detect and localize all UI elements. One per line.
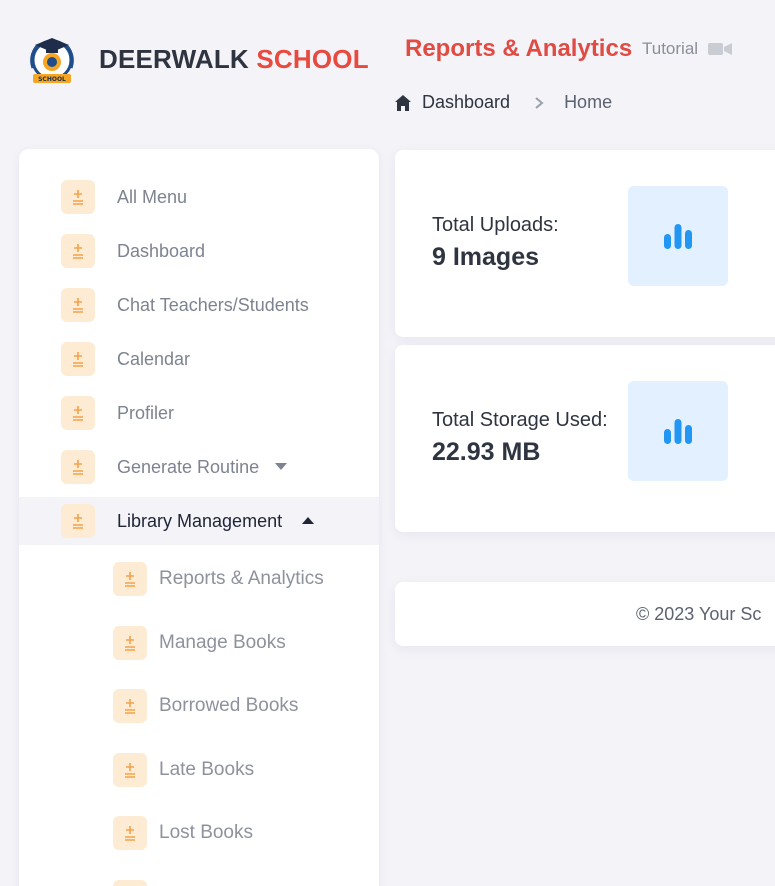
sidebar-item-label: Library Management: [117, 510, 283, 531]
menu-icon: [61, 288, 95, 322]
brand-name: DEERWALK SCHOOL: [99, 44, 369, 75]
sidebar-item-library-management[interactable]: Library Management: [19, 497, 379, 545]
menu-icon: [61, 504, 95, 538]
sidebar-subitem-borrowed-books[interactable]: Borrowed Books: [19, 682, 379, 730]
caret-up-icon: [302, 517, 314, 524]
sidebar-subitem-manage-books[interactable]: Manage Books: [19, 619, 379, 667]
sidebar-subitem-label: Reports & Analytics: [159, 568, 324, 589]
stat-card-uploads: Total Uploads: 9 Images: [395, 150, 775, 337]
sidebar-item-label: Generate Routine: [117, 456, 260, 477]
chevron-right-icon: [535, 96, 544, 109]
sidebar-item-profiler[interactable]: Profiler: [19, 389, 379, 437]
page-footer: © 2023 Your Sc: [395, 582, 775, 646]
sidebar-item-label: Profiler: [117, 402, 175, 423]
sidebar-subitem-partial[interactable]: [19, 873, 379, 886]
menu-icon: [113, 689, 147, 723]
menu-icon: [61, 342, 95, 376]
breadcrumb: Dashboard Home: [394, 92, 612, 113]
menu-icon: [61, 396, 95, 430]
sidebar-item-calendar[interactable]: Calendar: [19, 335, 379, 383]
video-camera-icon: [708, 43, 733, 55]
stat-label: Total Uploads:: [432, 214, 559, 236]
sidebar-item-generate-routine[interactable]: Generate Routine: [19, 443, 379, 491]
brand-part-1: DEERWALK: [99, 44, 249, 74]
sidebar-subitem-label: Lost Books: [159, 822, 253, 843]
menu-icon: [113, 753, 147, 787]
sidebar-item-label: All Menu: [117, 186, 188, 207]
menu-icon: [113, 626, 147, 660]
school-logo: SCHOOL: [25, 32, 79, 86]
sidebar-item-label: Chat Teachers/Students: [117, 294, 309, 315]
breadcrumb-home[interactable]: Home: [564, 92, 612, 113]
tutorial-link[interactable]: Tutorial: [642, 39, 733, 59]
sidebar-subitem-label: Manage Books: [159, 632, 286, 653]
stat-icon-box: [628, 381, 728, 481]
sidebar-item-dashboard[interactable]: Dashboard: [19, 227, 379, 275]
stat-label: Total Storage Used:: [432, 409, 608, 431]
caret-down-icon: [275, 463, 287, 470]
menu-icon: [61, 180, 95, 214]
page-title: Reports & Analytics: [405, 35, 633, 62]
sidebar-item-chat[interactable]: Chat Teachers/Students: [19, 281, 379, 329]
sidebar-item-label: Dashboard: [117, 240, 206, 261]
svg-text:SCHOOL: SCHOOL: [38, 76, 66, 83]
sidebar-item-label: Calendar: [117, 348, 191, 369]
sidebar-subitem-lost-books[interactable]: Lost Books: [19, 809, 379, 857]
brand-part-2: SCHOOL: [256, 44, 369, 74]
stat-value: 9 Images: [432, 243, 540, 271]
sidebar: All Menu Dashboard Chat Teachers/Student…: [19, 149, 379, 886]
menu-icon: [113, 816, 147, 850]
tutorial-label: Tutorial: [642, 39, 699, 58]
menu-icon: [61, 234, 95, 268]
sidebar-subitem-label: Late Books: [159, 759, 255, 780]
menu-icon: [113, 562, 147, 596]
stat-card-storage: Total Storage Used: 22.93 MB: [395, 345, 775, 532]
menu-icon: [113, 880, 147, 886]
sidebar-subitem-label: Borrowed Books: [159, 695, 299, 716]
bar-chart-icon: [664, 224, 692, 249]
stat-icon-box: [628, 186, 728, 286]
sidebar-item-all-menu[interactable]: All Menu: [19, 173, 379, 221]
sidebar-subitem-reports-analytics[interactable]: Reports & Analytics: [19, 555, 379, 603]
footer-copyright: © 2023 Your Sc: [636, 604, 762, 624]
bar-chart-icon: [664, 419, 692, 444]
stat-value: 22.93 MB: [432, 438, 541, 466]
home-icon: [395, 94, 411, 111]
menu-icon: [61, 450, 95, 484]
breadcrumb-dashboard[interactable]: Dashboard: [422, 92, 510, 113]
sidebar-subitem-late-books[interactable]: Late Books: [19, 746, 379, 794]
